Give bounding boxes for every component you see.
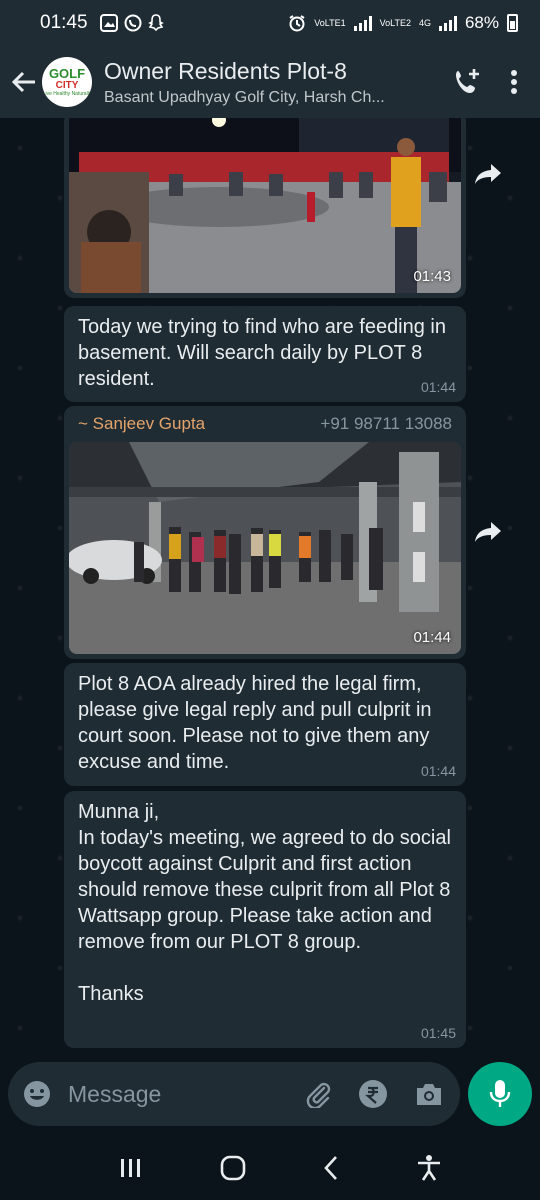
voice-record-button[interactable] (468, 1062, 532, 1126)
battery-icon (507, 14, 518, 32)
avatar-text: Live Healthy Naturally (42, 91, 92, 97)
accessibility-icon[interactable] (416, 1154, 442, 1182)
chat-subtitle: Basant Upadhyay Golf City, Harsh Ch... (104, 88, 385, 106)
signal-icon (353, 15, 372, 31)
text-message[interactable]: Plot 8 AOA already hired the legal firm,… (64, 663, 466, 786)
avatar-text: GOLF (48, 66, 86, 81)
battery-percent: 68% (464, 13, 499, 32)
system-icons: VoLTE1 VoLTE2 4G 68% (288, 13, 518, 33)
forward-icon[interactable] (470, 514, 506, 550)
text-message[interactable]: Munna ji, In today's meeting, we agreed … (64, 791, 466, 1048)
camera-icon[interactable] (414, 1081, 444, 1107)
sender-name[interactable]: ~ Sanjeev Gupta (78, 414, 205, 434)
chat-header: GOLF CITY Live Healthy Naturally Owner R… (0, 46, 540, 118)
notification-icons (99, 14, 164, 32)
photo-courtyard-meeting[interactable]: 01:43 (69, 118, 461, 293)
add-call-icon[interactable] (452, 67, 482, 97)
alarm-icon (289, 15, 305, 32)
image-message[interactable]: 01:43 (64, 118, 466, 298)
chat-area[interactable]: 01:43 Today we trying to find who are fe… (0, 118, 540, 1058)
status-bar: 01:45 VoLTE1 VoLTE2 4G 68% (0, 0, 540, 46)
message-time: 01:45 (420, 1025, 456, 1041)
emoji-icon[interactable] (22, 1079, 52, 1109)
clock: 01:45 (40, 12, 88, 33)
back-nav-icon[interactable] (323, 1155, 339, 1181)
sim1-label: VoLTE1 (314, 17, 346, 28)
message-text: Today we trying to find who are feeding … (78, 316, 452, 390)
home-icon[interactable] (220, 1155, 246, 1181)
recent-apps-icon[interactable] (119, 1157, 143, 1179)
basement-photo (69, 442, 461, 654)
text-message[interactable]: Today we trying to find who are feeding … (64, 306, 466, 402)
sender-phone: +91 98711 13088 (320, 414, 452, 433)
snapchat-icon (147, 14, 164, 32)
courtyard-photo (69, 118, 461, 293)
message-text: Munna ji, In today's meeting, we agreed … (78, 801, 451, 1005)
forward-icon[interactable] (470, 156, 506, 192)
sender-row: ~ Sanjeev Gupta +91 98711 13088 (64, 406, 466, 434)
sim2-label: VoLTE2 (379, 17, 411, 28)
group-avatar[interactable]: GOLF CITY Live Healthy Naturally (42, 57, 92, 107)
system-nav-bar (0, 1136, 540, 1200)
message-time: 01:43 (413, 268, 451, 285)
chat-title: Owner Residents Plot-8 (104, 57, 347, 84)
message-input[interactable]: Message (68, 1081, 161, 1108)
message-time: 01:44 (420, 379, 456, 395)
chat-title-block[interactable]: Owner Residents Plot-8 Basant Upadhyay G… (104, 58, 424, 107)
avatar-text: CITY (55, 80, 79, 91)
network-type: 4G (418, 17, 431, 28)
more-options-icon[interactable] (510, 69, 518, 95)
signal-icon (438, 15, 457, 31)
rupee-payment-icon[interactable] (358, 1079, 388, 1109)
image-message[interactable]: ~ Sanjeev Gupta +91 98711 13088 01:44 (64, 406, 466, 659)
photo-basement-gathering[interactable]: 01:44 (69, 442, 461, 654)
back-arrow-icon[interactable] (6, 69, 42, 95)
message-composer: Message (8, 1062, 460, 1126)
message-time: 01:44 (420, 763, 456, 779)
message-text: Plot 8 AOA already hired the legal firm,… (78, 673, 438, 773)
message-time: 01:44 (413, 629, 451, 646)
microphone-icon (489, 1080, 511, 1107)
whatsapp-icon (124, 14, 142, 32)
gallery-icon (99, 14, 118, 32)
attach-icon[interactable] (304, 1080, 332, 1108)
